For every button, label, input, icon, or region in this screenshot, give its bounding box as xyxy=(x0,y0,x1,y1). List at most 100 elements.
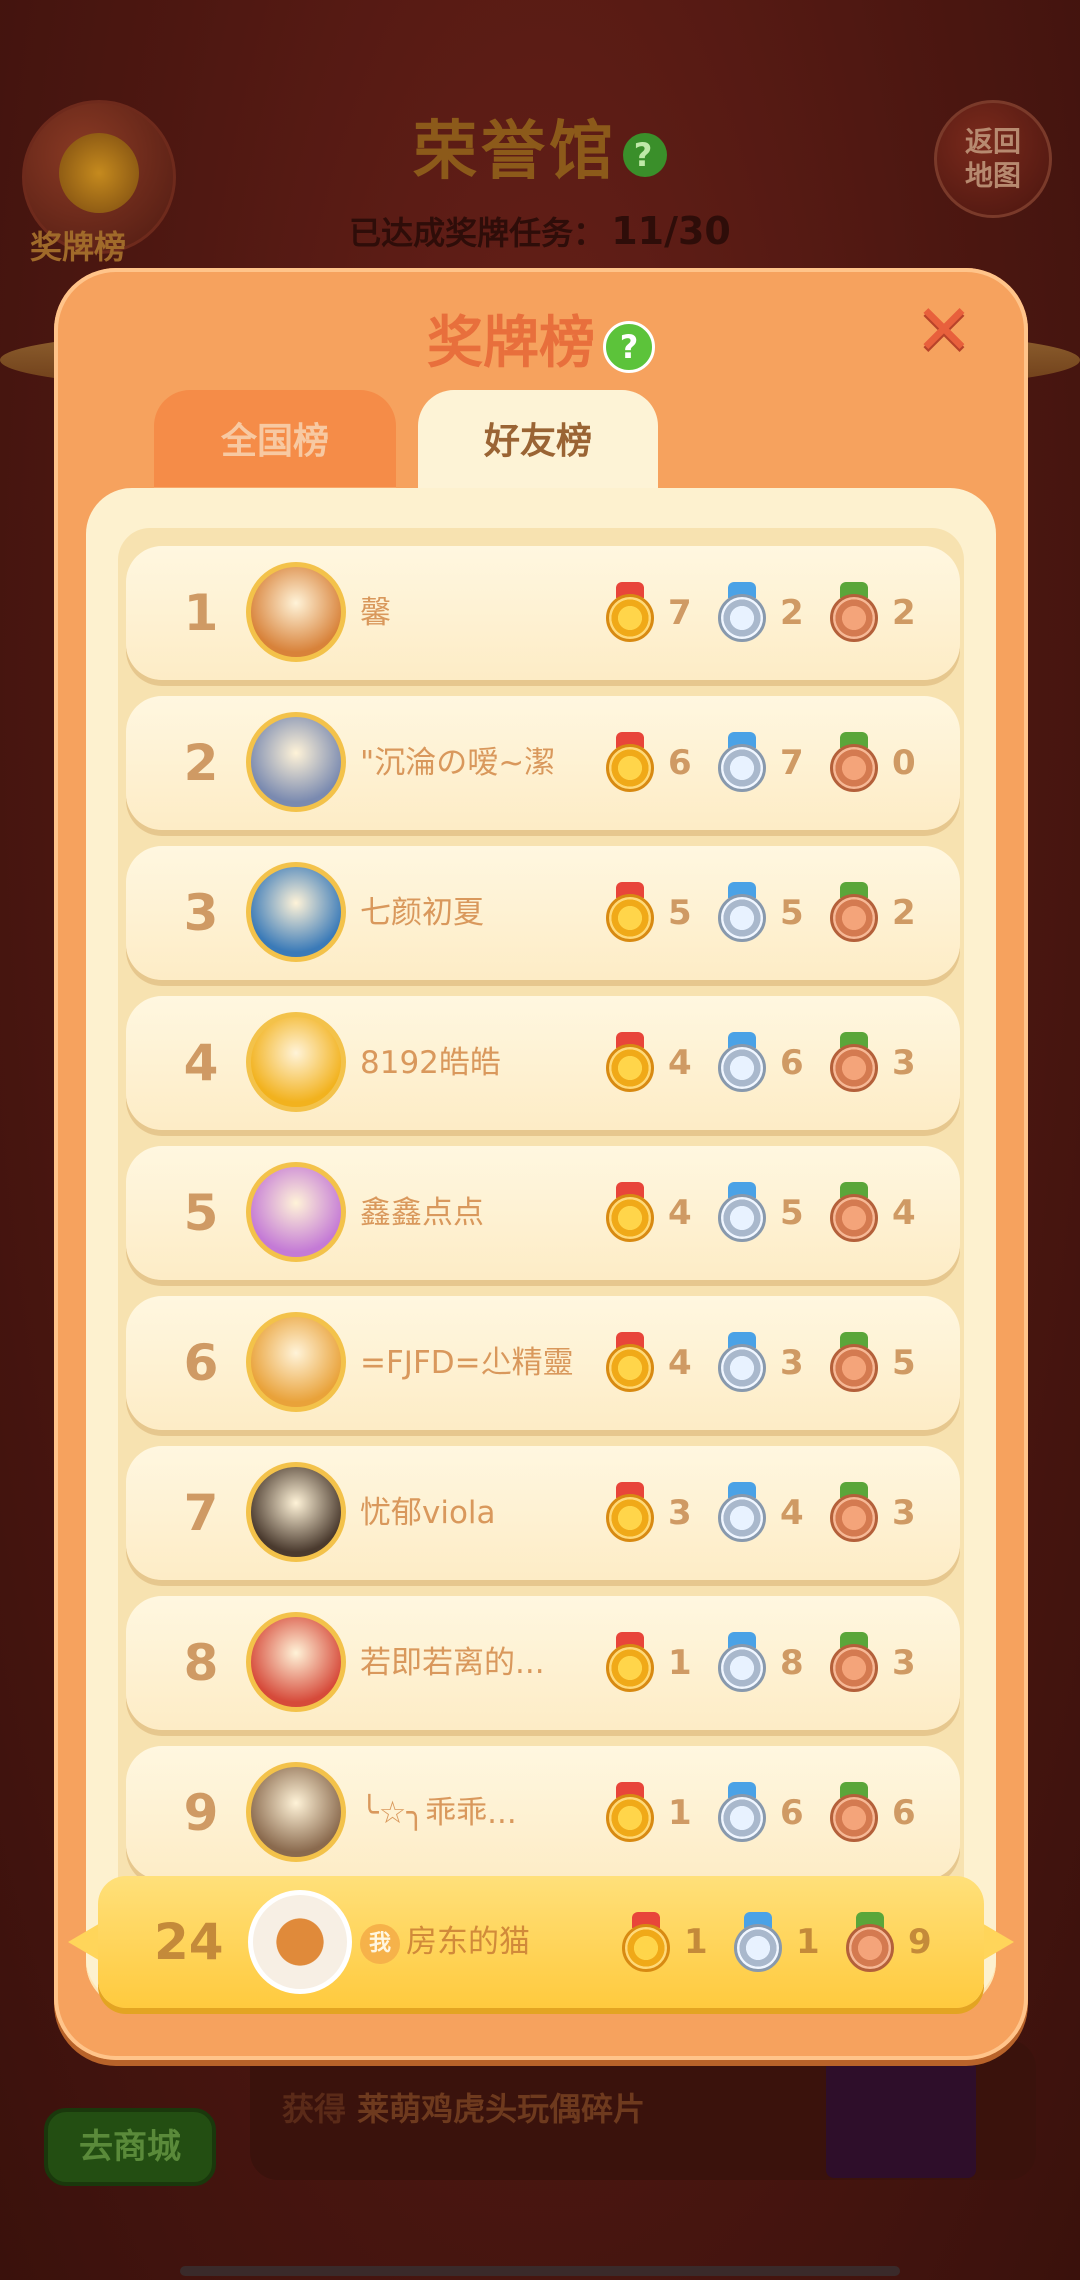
silver-count: 7 xyxy=(780,743,804,783)
silver-count: 1 xyxy=(796,1922,820,1962)
gold-count: 6 xyxy=(668,743,692,783)
silver-medal-icon xyxy=(718,1332,766,1394)
self-rank: 24 xyxy=(154,1913,224,1971)
rank-number: 6 xyxy=(183,1334,219,1392)
bronze-medal-icon xyxy=(830,1032,878,1094)
rank-number: 1 xyxy=(183,584,219,642)
player-avatar[interactable] xyxy=(246,1462,346,1562)
bronze-count: 3 xyxy=(892,1043,916,1083)
silver-medal-icon xyxy=(718,732,766,794)
gold-count: 1 xyxy=(668,1643,692,1683)
dialog-title-text: 奖牌榜 xyxy=(427,311,595,376)
leaderboard-row[interactable]: 9 ╰☆╮乖乖... 1 6 6 xyxy=(126,1746,960,1880)
bronze-medal-icon xyxy=(830,1632,878,1694)
leaderboard-row[interactable]: 8 若即若离的... 1 8 3 xyxy=(126,1596,960,1730)
silver-count: 3 xyxy=(780,1343,804,1383)
silver-medal-icon xyxy=(718,1032,766,1094)
player-avatar[interactable] xyxy=(246,1012,346,1112)
silver-count: 6 xyxy=(780,1043,804,1083)
me-badge: 我 xyxy=(360,1924,400,1964)
arrow-right-decoration xyxy=(980,1922,1014,1962)
rank-number: 3 xyxy=(183,884,219,942)
player-name: 忧郁viola xyxy=(360,1495,496,1531)
rank-number: 9 xyxy=(183,1784,219,1842)
silver-medal-icon xyxy=(734,1912,782,1974)
self-avatar[interactable] xyxy=(248,1890,352,1994)
gold-medal-icon xyxy=(606,582,654,644)
gold-count: 5 xyxy=(668,893,692,933)
leaderboard-row[interactable]: 3 七颜初夏 5 5 2 xyxy=(126,846,960,980)
player-avatar[interactable] xyxy=(246,1162,346,1262)
bronze-count: 2 xyxy=(892,593,916,633)
player-avatar[interactable] xyxy=(246,1612,346,1712)
hall-of-honor-title: 荣誉馆? xyxy=(0,100,1080,192)
gold-medal-icon xyxy=(606,1782,654,1844)
gold-count: 4 xyxy=(668,1043,692,1083)
player-avatar[interactable] xyxy=(246,862,346,962)
player-name: 8192皓皓 xyxy=(360,1045,501,1081)
silver-count: 8 xyxy=(780,1643,804,1683)
player-avatar[interactable] xyxy=(246,562,346,662)
tab-national[interactable]: 全国榜 xyxy=(154,390,396,490)
reward-prefix: 获得 xyxy=(282,2090,347,2128)
progress-value: 11/30 xyxy=(611,209,731,253)
gold-count: 1 xyxy=(684,1922,708,1962)
leaderboard-row[interactable]: 5 鑫鑫点点 4 5 4 xyxy=(126,1146,960,1280)
gold-medal-icon xyxy=(606,1032,654,1094)
silver-count: 2 xyxy=(780,593,804,633)
player-name: 若即若离的... xyxy=(360,1645,545,1681)
reward-item: 莱萌鸡虎头玩偶碎片 xyxy=(357,2090,646,2128)
leaderboard-row[interactable]: 1 馨 7 2 2 xyxy=(126,546,960,680)
silver-medal-icon xyxy=(718,882,766,944)
player-name: ╰☆╮乖乖... xyxy=(360,1795,517,1831)
bronze-medal-icon xyxy=(830,1782,878,1844)
player-name: 鑫鑫点点 xyxy=(360,1195,484,1231)
player-avatar[interactable] xyxy=(246,1312,346,1412)
gold-count: 7 xyxy=(668,593,692,633)
player-avatar[interactable] xyxy=(246,1762,346,1862)
silver-medal-icon xyxy=(718,1782,766,1844)
leaderboard-row[interactable]: 7 忧郁viola 3 4 3 xyxy=(126,1446,960,1580)
rank-number: 4 xyxy=(183,1034,219,1092)
gold-medal-icon xyxy=(606,1332,654,1394)
bronze-count: 4 xyxy=(892,1193,916,1233)
help-icon[interactable]: ? xyxy=(603,320,655,373)
silver-medal-icon xyxy=(718,1482,766,1544)
gold-medal-icon xyxy=(606,1182,654,1244)
help-icon[interactable]: ? xyxy=(623,133,667,178)
gold-medal-icon xyxy=(606,1482,654,1544)
bronze-medal-icon xyxy=(846,1912,894,1974)
player-name: 馨 xyxy=(360,595,391,631)
gold-medal-icon xyxy=(606,732,654,794)
leaderboard-row[interactable]: 6 =FJFD=尐精靈 4 3 5 xyxy=(126,1296,960,1430)
silver-count: 5 xyxy=(780,1193,804,1233)
gold-medal-icon xyxy=(622,1912,670,1974)
rank-number: 2 xyxy=(183,734,219,792)
self-rank-row: 24 我 房东的猫 1 1 9 xyxy=(68,1876,1014,2008)
dialog-title: 奖牌榜? xyxy=(54,298,1028,379)
tab-friends[interactable]: 好友榜 xyxy=(418,390,658,500)
gold-count: 3 xyxy=(668,1493,692,1533)
rank-number: 8 xyxy=(183,1634,219,1692)
bronze-medal-icon xyxy=(830,732,878,794)
close-icon[interactable]: ✕ xyxy=(912,295,976,365)
leaderboard-row[interactable]: 4 8192皓皓 4 6 3 xyxy=(126,996,960,1130)
player-avatar[interactable] xyxy=(246,712,346,812)
puzzle-gift-icon xyxy=(826,2060,976,2178)
shop-button[interactable]: 去商城 xyxy=(44,2108,216,2186)
gold-count: 4 xyxy=(668,1193,692,1233)
return-map-label: 返回地图 xyxy=(964,125,1021,192)
player-name: "沉淪の嗳~潔 xyxy=(360,745,556,781)
return-map-button[interactable]: 返回地图 xyxy=(934,100,1052,218)
rank-number: 7 xyxy=(183,1484,219,1542)
silver-medal-icon xyxy=(718,1632,766,1694)
progress-label: 已达成奖牌任务： xyxy=(349,214,606,252)
bronze-count: 3 xyxy=(892,1493,916,1533)
silver-medal-icon xyxy=(718,582,766,644)
home-indicator xyxy=(180,2266,900,2276)
gold-count: 4 xyxy=(668,1343,692,1383)
leaderboard-row[interactable]: 2 "沉淪の嗳~潔 6 7 0 xyxy=(126,696,960,830)
silver-count: 5 xyxy=(780,893,804,933)
bronze-count: 2 xyxy=(892,893,916,933)
bronze-medal-icon xyxy=(830,582,878,644)
